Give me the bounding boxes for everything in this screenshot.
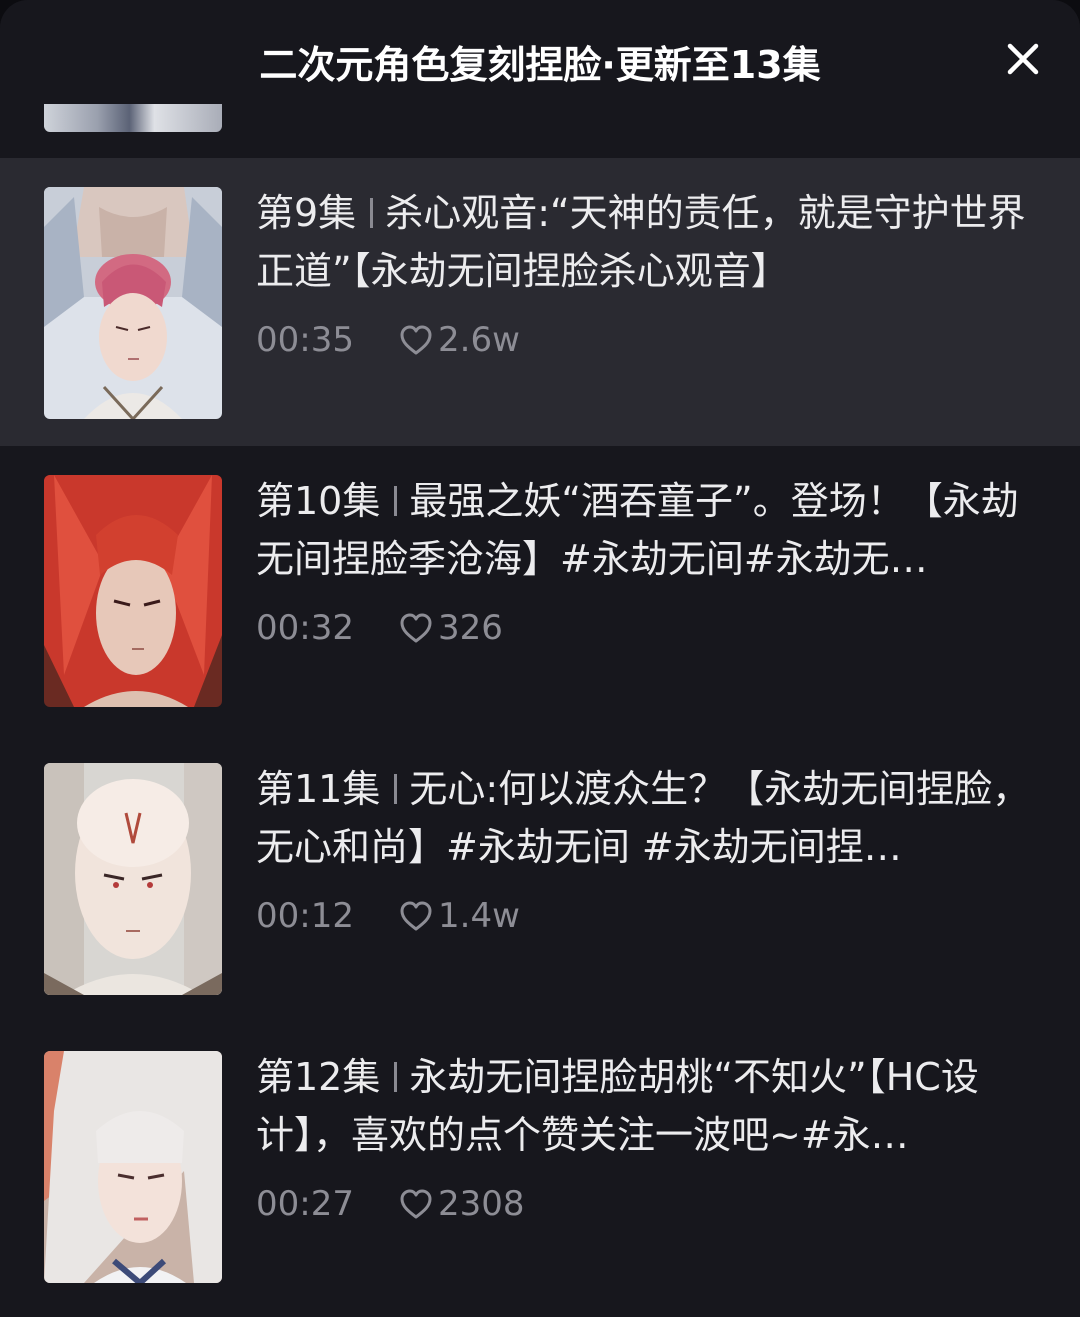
episode-item[interactable]: 第11集 无心:何以渡众生？【永劫无间捏脸，无心和尚】#永劫无间 #永劫无间捏… … bbox=[0, 734, 1080, 1022]
episode-thumbnail bbox=[44, 187, 222, 419]
episode-likes: 2308 bbox=[398, 1184, 525, 1224]
episode-list: 第9集 杀心观音:“天神的责任，就是守护世界正道”【永劫无间捏脸杀心观音】 00:… bbox=[0, 158, 1080, 1310]
episode-meta: 00:32 326 bbox=[256, 606, 1046, 650]
like-count: 1.4w bbox=[438, 896, 520, 936]
close-icon[interactable] bbox=[1002, 38, 1044, 80]
episode-duration: 00:12 bbox=[256, 896, 354, 936]
episode-title-line: 第9集 杀心观音:“天神的责任，就是守护世界正道”【永劫无间捏脸杀心观音】 bbox=[256, 184, 1046, 300]
previous-episode-thumbnail[interactable] bbox=[44, 104, 222, 132]
heart-icon bbox=[398, 610, 434, 646]
episode-item[interactable]: 第12集 永劫无间捏脸胡桃“不知火”【HC设计】，喜欢的点个赞关注一波吧~#永… … bbox=[0, 1022, 1080, 1310]
episode-likes: 2.6w bbox=[398, 320, 520, 360]
episode-title-line: 第12集 永劫无间捏脸胡桃“不知火”【HC设计】，喜欢的点个赞关注一波吧~#永… bbox=[256, 1048, 1046, 1164]
episode-item[interactable]: 第10集 最强之妖“酒吞童子”。登场！【永劫无间捏脸季沧海】#永劫无间#永劫无… … bbox=[0, 446, 1080, 734]
sheet-header: 二次元角色复刻捏脸·更新至13集 bbox=[0, 0, 1080, 118]
episode-number: 第10集 bbox=[256, 479, 381, 523]
episode-info: 第12集 永劫无间捏脸胡桃“不知火”【HC设计】，喜欢的点个赞关注一波吧~#永… … bbox=[256, 1048, 1046, 1226]
episode-info: 第9集 杀心观音:“天神的责任，就是守护世界正道”【永劫无间捏脸杀心观音】 00:… bbox=[256, 184, 1046, 362]
heart-icon bbox=[398, 898, 434, 934]
like-count: 326 bbox=[438, 608, 503, 648]
episode-info: 第11集 无心:何以渡众生？【永劫无间捏脸，无心和尚】#永劫无间 #永劫无间捏… … bbox=[256, 760, 1046, 938]
episode-item[interactable]: 第9集 杀心观音:“天神的责任，就是守护世界正道”【永劫无间捏脸杀心观音】 00:… bbox=[0, 158, 1080, 446]
episode-number: 第12集 bbox=[256, 1055, 381, 1099]
title-separator bbox=[394, 1062, 398, 1092]
episode-duration: 00:35 bbox=[256, 320, 354, 360]
sheet-title: 二次元角色复刻捏脸·更新至13集 bbox=[259, 43, 821, 87]
episode-title-line: 第10集 最强之妖“酒吞童子”。登场！【永劫无间捏脸季沧海】#永劫无间#永劫无… bbox=[256, 472, 1046, 588]
episode-number: 第11集 bbox=[256, 767, 381, 811]
heart-icon bbox=[398, 1186, 434, 1222]
heart-icon bbox=[398, 322, 434, 358]
episode-duration: 00:27 bbox=[256, 1184, 354, 1224]
episode-likes: 1.4w bbox=[398, 896, 520, 936]
episode-meta: 00:35 2.6w bbox=[256, 318, 1046, 362]
episode-info: 第10集 最强之妖“酒吞童子”。登场！【永劫无间捏脸季沧海】#永劫无间#永劫无… … bbox=[256, 472, 1046, 650]
episode-list-sheet: 二次元角色复刻捏脸·更新至13集 第9集 杀心观音:“天神的责任，就是守护世界正… bbox=[0, 0, 1080, 1317]
title-separator bbox=[370, 198, 374, 228]
episode-likes: 326 bbox=[398, 608, 503, 648]
episode-thumbnail bbox=[44, 763, 222, 995]
title-separator bbox=[394, 774, 398, 804]
episode-title-line: 第11集 无心:何以渡众生？【永劫无间捏脸，无心和尚】#永劫无间 #永劫无间捏… bbox=[256, 760, 1046, 876]
episode-thumbnail bbox=[44, 475, 222, 707]
like-count: 2.6w bbox=[438, 320, 520, 360]
episode-duration: 00:32 bbox=[256, 608, 354, 648]
episode-meta: 00:27 2308 bbox=[256, 1182, 1046, 1226]
title-separator bbox=[394, 486, 398, 516]
like-count: 2308 bbox=[438, 1184, 525, 1224]
episode-number: 第9集 bbox=[256, 191, 357, 235]
episode-thumbnail bbox=[44, 1051, 222, 1283]
episode-meta: 00:12 1.4w bbox=[256, 894, 1046, 938]
